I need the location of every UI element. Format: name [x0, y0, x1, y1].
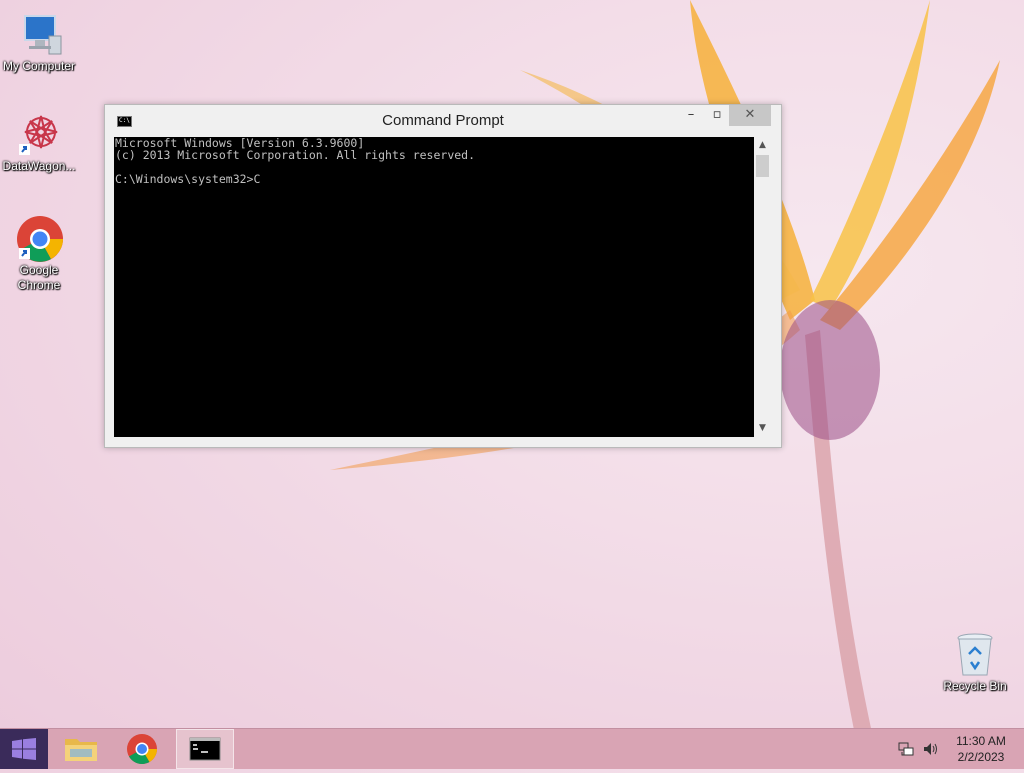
datawagon-icon [15, 110, 63, 158]
scroll-thumb[interactable] [756, 155, 769, 177]
volume-icon[interactable] [922, 741, 940, 757]
scroll-up-arrow-icon[interactable]: ▲ [754, 137, 771, 154]
title-bar[interactable]: C:\ Command Prompt – ▫ ✕ [105, 105, 781, 137]
taskbar-google-chrome[interactable] [113, 729, 171, 769]
desktop-icon-google-chrome[interactable]: Google Chrome [0, 214, 78, 293]
recycle-bin-icon [951, 630, 999, 678]
clock-time: 11:30 AM [956, 734, 1006, 748]
console-output[interactable]: Microsoft Windows [Version 6.3.9600] (c)… [114, 137, 754, 437]
windows-logo-icon [12, 738, 36, 760]
close-button[interactable]: ✕ [729, 105, 771, 126]
maximize-button[interactable]: ▫ [703, 105, 731, 126]
taskbar-file-explorer[interactable] [52, 729, 110, 769]
command-prompt-icon [189, 737, 221, 761]
command-prompt-window[interactable]: C:\ Command Prompt – ▫ ✕ Microsoft Windo… [104, 104, 782, 448]
folder-icon [65, 739, 97, 761]
desktop-icon-label: DataWagon... [2, 159, 76, 173]
taskbar-clock[interactable]: 11:30 AM 2/2/2023 [946, 733, 1016, 765]
start-button[interactable] [0, 729, 48, 769]
desktop-icon-recycle-bin[interactable]: Recycle Bin [936, 630, 1014, 694]
desktop-icon-label: Recycle Bin [943, 679, 1007, 693]
computer-icon [15, 10, 63, 58]
console-line: (c) 2013 Microsoft Corporation. All righ… [115, 148, 476, 162]
taskbar-command-prompt[interactable] [176, 729, 234, 769]
taskbar: 11:30 AM 2/2/2023 [0, 728, 1024, 769]
network-icon[interactable] [898, 741, 914, 757]
minimize-button[interactable]: – [677, 105, 705, 126]
clock-date: 2/2/2023 [957, 750, 1005, 764]
desktop-icon-datawagon[interactable]: DataWagon... [0, 110, 78, 174]
vertical-scrollbar[interactable]: ▲ ▼ [754, 137, 771, 437]
desktop-icon-label: My Computer [2, 59, 76, 73]
desktop-icon-my-computer[interactable]: My Computer [0, 10, 78, 74]
desktop-icon-label: Google Chrome [17, 263, 61, 292]
chrome-icon [127, 734, 157, 765]
console-prompt-line[interactable]: C:\Windows\system32>C [114, 173, 754, 185]
scroll-down-arrow-icon[interactable]: ▼ [754, 420, 771, 437]
chrome-icon [15, 214, 63, 262]
